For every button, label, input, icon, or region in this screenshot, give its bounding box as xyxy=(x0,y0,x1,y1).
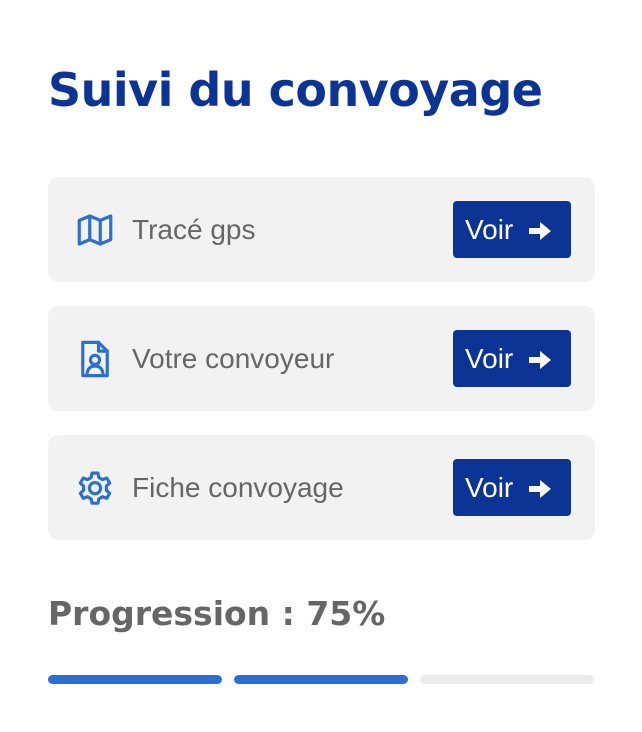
progress-segment xyxy=(420,675,594,684)
page-title: Suivi du convoyage xyxy=(48,63,543,117)
arrow-right-icon xyxy=(527,476,553,500)
voir-convoyeur-button[interactable]: Voir xyxy=(453,330,571,387)
card-label: Votre convoyeur xyxy=(132,343,335,374)
button-label: Voir xyxy=(465,471,514,503)
gear-icon xyxy=(74,467,116,509)
map-icon xyxy=(74,209,116,251)
card-label: Fiche convoyage xyxy=(132,472,344,503)
card-votre-convoyeur: Votre convoyeur Voir xyxy=(48,306,595,411)
button-label: Voir xyxy=(465,213,514,245)
progress-segment xyxy=(48,675,222,684)
progress-segment xyxy=(234,675,408,684)
card-trace-gps: Tracé gps Voir xyxy=(48,177,595,282)
user-file-icon xyxy=(74,338,116,380)
card-fiche-convoyage: Fiche convoyage Voir xyxy=(48,435,595,540)
button-label: Voir xyxy=(465,342,514,374)
voir-fiche-button[interactable]: Voir xyxy=(453,459,571,516)
arrow-right-icon xyxy=(527,347,553,371)
progress-label: Progression : 75% xyxy=(48,594,386,633)
voir-trace-gps-button[interactable]: Voir xyxy=(453,201,571,258)
arrow-right-icon xyxy=(527,218,553,242)
progress-bar xyxy=(48,675,594,684)
card-label: Tracé gps xyxy=(132,214,256,245)
